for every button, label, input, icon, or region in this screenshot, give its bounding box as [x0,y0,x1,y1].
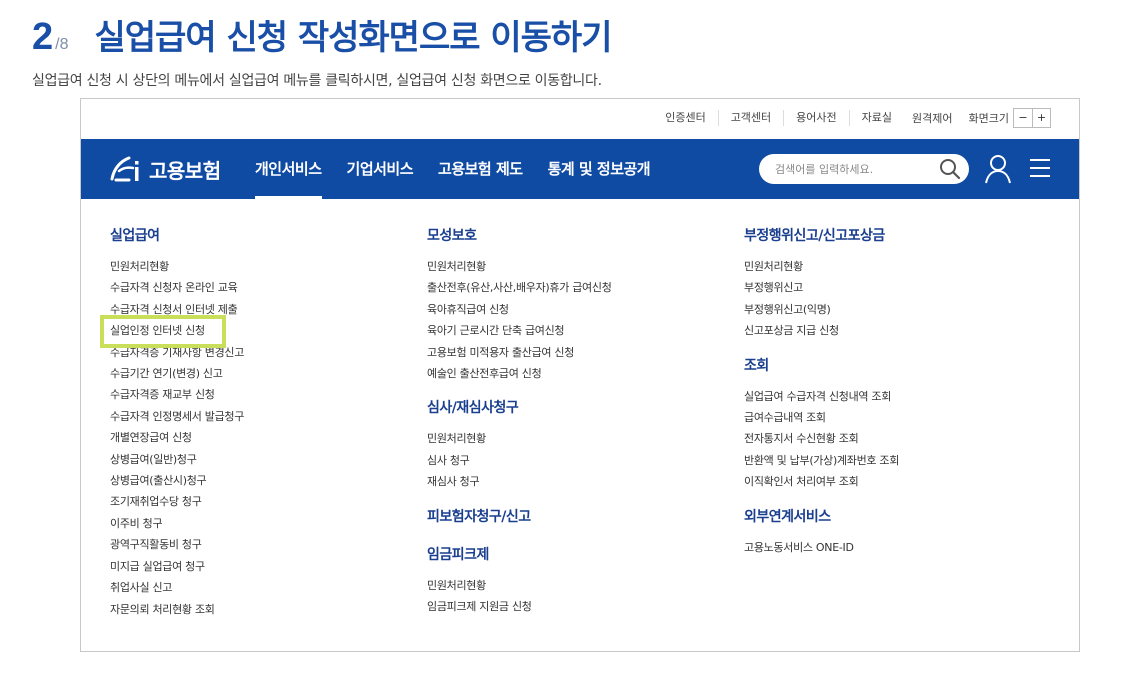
menu-link[interactable]: 이직확인서 처리여부 조회 [744,471,899,492]
menu-link[interactable]: 미지급 실업급여 청구 [110,556,244,577]
section-title-maternity[interactable]: 모성보호 [427,227,612,245]
menu-link[interactable]: 취업사실 신고 [110,577,244,598]
step-description: 실업급여 신청 시 상단의 메뉴에서 실업급여 메뉴를 클릭하시면, 실업급여 … [32,73,602,89]
logo-text: 고용보험 [149,158,221,183]
menu-link[interactable]: 민원처리현황 [427,428,612,449]
menu-link[interactable]: 심사 청구 [427,450,612,471]
maternity-links: 민원처리현황 출산전후(유산,사산,배우자)휴가 급여신청 육아휴직급여 신청 … [427,256,612,384]
user-icon[interactable] [984,153,1012,185]
menu-link[interactable]: 실업급여 수급자격 신청내역 조회 [744,386,899,407]
external-service-links: 고용노동서비스 ONE-ID [744,537,899,558]
menu-link[interactable]: 재심사 청구 [427,471,612,492]
util-link-glossary[interactable]: 용어사전 [784,110,850,126]
menu-link[interactable]: 수급기간 연기(변경) 신고 [110,363,244,384]
global-nav: 개인서비스 기업서비스 고용보험 제도 통계 및 정보공개 [255,139,675,199]
menu-link[interactable]: 육아휴직급여 신청 [427,299,612,320]
util-link-auth-center[interactable]: 인증센터 [653,110,719,126]
wage-peak-links: 민원처리현황 임금피크제 지원금 신청 [427,575,612,618]
util-link-remote-control[interactable]: 원격제어 [898,110,960,126]
nav-business-service[interactable]: 기업서비스 [347,139,414,199]
mega-menu-column-1: 실업급여 민원처리현황 수급자격 신청자 온라인 교육 수급자격 신청서 인터넷… [110,227,244,620]
menu-link[interactable]: 광역구직활동비 청구 [110,534,244,555]
menu-link[interactable]: 민원처리현황 [744,256,899,277]
menu-link[interactable]: 이주비 청구 [110,513,244,534]
menu-link[interactable]: 전자통지서 수신현황 조회 [744,428,899,449]
step-number: 2 [32,16,54,58]
search-icon[interactable] [939,158,961,180]
menu-link[interactable]: 수급자격증 재교부 신청 [110,384,244,405]
menu-link[interactable]: 고용노동서비스 ONE-ID [744,537,899,558]
unemployment-links: 민원처리현황 수급자격 신청자 온라인 교육 수급자격 신청서 인터넷 제출 실… [110,256,244,620]
util-link-customer-center[interactable]: 고객센터 [719,110,785,126]
util-link-archive[interactable]: 자료실 [850,110,898,126]
main-nav-bar: 고용보험 개인서비스 기업서비스 고용보험 제도 통계 및 정보공개 [81,139,1079,199]
fraud-report-links: 민원처리현황 부정행위신고 부정행위신고(익명) 신고포상금 지급 신청 [744,256,899,342]
mega-menu-column-3: 부정행위신고/신고포상금 민원처리현황 부정행위신고 부정행위신고(익명) 신고… [744,227,899,558]
website-screenshot: 인증센터 고객센터 용어사전 자료실 원격제어 화면크기 − + 고용보험 개인… [80,98,1080,652]
inquiry-links: 실업급여 수급자격 신청내역 조회 급여수급내역 조회 전자통지서 수신현황 조… [744,386,899,493]
appeal-links: 민원처리현황 심사 청구 재심사 청구 [427,428,612,492]
menu-link[interactable]: 임금피크제 지원금 신청 [427,596,612,617]
section-title-insured-claim[interactable]: 피보험자청구/신고 [427,508,612,526]
step-title: 실업급여 신청 작성화면으로 이동하기 [94,18,612,58]
nav-personal-service[interactable]: 개인서비스 [255,139,322,199]
zoom-out-button[interactable]: − [1014,109,1032,127]
zoom-label: 화면크기 [968,112,1009,125]
section-title-fraud-report[interactable]: 부정행위신고/신고포상금 [744,227,899,245]
search-input[interactable] [775,162,935,176]
menu-link[interactable]: 반환액 및 납부(가상)계좌번호 조회 [744,450,899,471]
menu-link[interactable]: 상병급여(일반)청구 [110,449,244,470]
menu-link[interactable]: 부정행위신고 [744,277,899,298]
section-title-inquiry[interactable]: 조회 [744,357,899,375]
menu-link[interactable]: 수급자격 신청자 온라인 교육 [110,277,244,298]
menu-link[interactable]: 수급자격 인정명세서 발급청구 [110,406,244,427]
menu-link[interactable]: 개별연장급여 신청 [110,427,244,448]
step-total: /8 [55,36,69,53]
highlight-box [100,315,226,348]
nav-statistics[interactable]: 통계 및 정보공개 [548,139,651,199]
menu-link[interactable]: 급여수급내역 조회 [744,407,899,428]
menu-link[interactable]: 상병급여(출산시)청구 [110,470,244,491]
step-header: 2 /8 실업급여 신청 작성화면으로 이동하기 [32,10,612,59]
section-title-appeal[interactable]: 심사/재심사청구 [427,399,612,417]
menu-link[interactable]: 출산전후(유산,사산,배우자)휴가 급여신청 [427,277,612,298]
zoom-in-button[interactable]: + [1032,109,1050,127]
hamburger-menu-icon[interactable] [1029,157,1051,179]
nav-insurance-system[interactable]: 고용보험 제도 [438,139,523,199]
menu-link[interactable]: 민원처리현황 [427,575,612,596]
menu-link[interactable]: 신고포상금 지급 신청 [744,320,899,341]
menu-link[interactable]: 예술인 출산전후급여 신청 [427,363,612,384]
menu-link[interactable]: 자문의뢰 처리현황 조회 [110,599,244,620]
search-box [759,154,969,184]
menu-link[interactable]: 민원처리현황 [110,256,244,277]
logo-mark-icon [110,156,139,182]
zoom-control: − + [1013,108,1051,128]
menu-link[interactable]: 민원처리현황 [427,256,612,277]
section-title-unemployment[interactable]: 실업급여 [110,227,244,245]
section-title-external-service[interactable]: 외부연계서비스 [744,508,899,526]
menu-link[interactable]: 육아기 근로시간 단축 급여신청 [427,320,612,341]
section-title-wage-peak[interactable]: 임금피크제 [427,546,612,564]
mega-menu-column-2: 모성보호 민원처리현황 출산전후(유산,사산,배우자)휴가 급여신청 육아휴직급… [427,227,612,617]
utility-bar: 인증센터 고객센터 용어사전 자료실 원격제어 화면크기 − + [653,108,1051,128]
menu-link[interactable]: 부정행위신고(익명) [744,299,899,320]
menu-link[interactable]: 고용보험 미적용자 출산급여 신청 [427,342,612,363]
menu-link[interactable]: 조기재취업수당 청구 [110,491,244,512]
site-logo[interactable]: 고용보험 [107,139,221,199]
